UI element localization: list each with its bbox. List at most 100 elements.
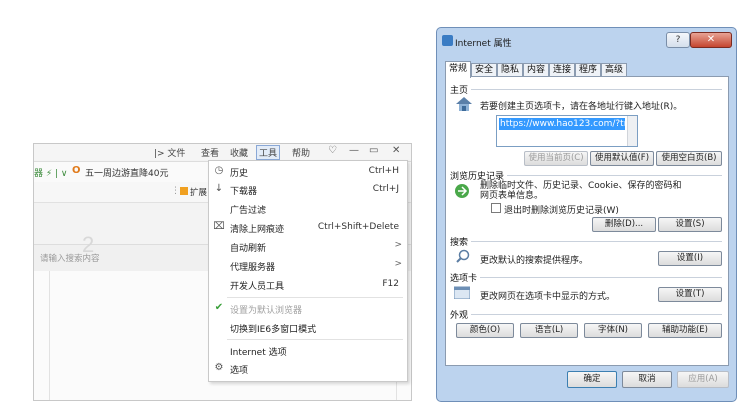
group-divider [450, 241, 722, 242]
history-settings-button[interactable]: 设置(S) [658, 217, 722, 232]
group-divider [450, 314, 722, 315]
history-description: 删除临时文件、历史记录、Cookie、保存的密码和网页表单信息。 [480, 181, 682, 201]
menu-item-dev-tools[interactable]: 开发人员工具 F12 [209, 276, 407, 293]
menu-item-shortcut: Ctrl+Shift+Delete [317, 222, 399, 232]
tab-programs[interactable]: 程序 [575, 63, 601, 77]
check-icon: ✔ [214, 302, 224, 313]
menu-item-proxy[interactable]: 代理服务器 > [209, 257, 407, 274]
tab-connections[interactable]: 连接 [549, 63, 575, 77]
menu-item-label: 选项 [230, 366, 249, 376]
menu-item-ie6-mode[interactable]: 切换到IE6多窗口模式 [209, 319, 407, 336]
use-default-button[interactable]: 使用默认值(F) [590, 151, 654, 166]
menu-item-internet-options[interactable]: Internet 选项 [209, 342, 407, 359]
tabs-description: 更改网页在选项卡中显示的方式。 [480, 292, 616, 302]
search-description: 更改默认的搜索提供程序。 [480, 256, 589, 266]
menu-item-clear-traces[interactable]: ⌧ 清除上网痕迹 Ctrl+Shift+Delete [209, 219, 407, 236]
help-button[interactable]: ? [666, 32, 690, 48]
group-divider [450, 89, 722, 90]
menu-item-label: Internet 选项 [230, 348, 287, 358]
use-current-button[interactable]: 使用当前页(C) [524, 151, 588, 166]
search-group-title: 搜索 [450, 235, 472, 248]
menu-item-set-default: ✔ 设置为默认浏览器 [209, 300, 407, 317]
cancel-button[interactable]: 取消 [622, 371, 672, 388]
colors-button[interactable]: 颜色(O) [456, 323, 514, 338]
menu-file[interactable]: |> 文件 [154, 146, 185, 159]
tabs-window-icon [453, 285, 471, 300]
history-icon: ◷ [214, 165, 224, 176]
menu-separator [227, 297, 403, 298]
tab-security[interactable]: 安全 [471, 63, 497, 77]
extend-button[interactable]: 扩展 [190, 186, 207, 198]
tools-dropdown-menu: ◷ 历史 Ctrl+H ↓ 下载器 Ctrl+J 广告过滤 ⌧ 清除上网痕迹 C… [208, 160, 408, 382]
menu-item-label: 清除上网痕迹 [230, 225, 285, 235]
menu-item-history[interactable]: ◷ 历史 Ctrl+H [209, 163, 407, 180]
tab-advanced[interactable]: 高级 [601, 63, 627, 77]
delete-on-exit-label: 退出时删除浏览历史记录(W) [504, 206, 619, 216]
dialog-title: Internet 属性 [455, 39, 512, 49]
menu-item-ad-filter[interactable]: 广告过滤 [209, 200, 407, 217]
internet-options-dialog: Internet 属性 ? ✕ 常规 安全 隐私 内容 连接 程序 高级 主页 … [436, 27, 737, 402]
menu-item-options[interactable]: ⚙ 选项 [209, 360, 407, 377]
use-blank-button[interactable]: 使用空白页(B) [656, 151, 722, 166]
menu-bar: |> 文件 查看 收藏 工具 帮助 ♡ — ▭ ✕ [34, 144, 411, 160]
skin-icon[interactable]: ♡ [328, 145, 337, 156]
drag-handle-icon: ⋮ [171, 186, 180, 196]
submenu-arrow-icon: > [394, 240, 402, 250]
menu-item-auto-refresh[interactable]: 自动刷新 > [209, 238, 407, 255]
internet-options-icon [442, 35, 453, 46]
download-icon: ↓ [214, 183, 224, 194]
languages-button[interactable]: 语言(L) [520, 323, 578, 338]
home-description: 若要创建主页选项卡，请在各地址行键入地址(R)。 [480, 102, 683, 112]
search-settings-button[interactable]: 设置(I) [658, 251, 722, 266]
menu-item-label: 历史 [230, 169, 249, 179]
close-icon[interactable]: ✕ [392, 145, 400, 156]
delete-history-button[interactable]: 删除(D)... [592, 217, 656, 232]
delete-on-exit-checkbox[interactable] [491, 203, 501, 213]
menu-tools[interactable]: 工具 [256, 145, 281, 160]
minimize-icon[interactable]: — [349, 145, 359, 156]
menu-item-label: 切换到IE6多窗口模式 [230, 325, 317, 335]
tabs-group-title: 选项卡 [450, 271, 481, 284]
home-group-title: 主页 [450, 83, 472, 96]
menu-separator [227, 339, 403, 340]
general-tab-panel: 主页 若要创建主页选项卡，请在各地址行键入地址(R)。 https://www.… [445, 76, 729, 366]
house-icon [456, 97, 472, 111]
home-url-value: https://www.hao123.com/?tn=97480197_hao_… [499, 118, 625, 130]
magnifier-icon [456, 249, 470, 263]
home-url-textarea[interactable]: https://www.hao123.com/?tn=97480197_hao_… [496, 115, 638, 147]
content-number: 2 [82, 232, 95, 257]
menu-item-shortcut: Ctrl+H [368, 166, 399, 176]
menu-help[interactable]: 帮助 [292, 146, 310, 159]
menu-item-label: 下载器 [230, 187, 258, 197]
search-circle-icon: O [72, 165, 81, 176]
menu-item-label: 自动刷新 [230, 244, 267, 254]
tab-privacy[interactable]: 隐私 [497, 63, 523, 77]
trash-icon: ⌧ [213, 221, 225, 232]
content-divider [49, 271, 50, 400]
gear-icon: ⚙ [214, 362, 224, 373]
tab-content[interactable]: 内容 [523, 63, 549, 77]
menu-item-downloader[interactable]: ↓ 下载器 Ctrl+J [209, 181, 407, 198]
menu-item-shortcut: F12 [382, 279, 399, 289]
menu-view[interactable]: 查看 [201, 146, 219, 159]
menu-item-label: 设置为默认浏览器 [230, 306, 303, 316]
maximize-icon[interactable]: ▭ [369, 145, 378, 156]
page-title-tab[interactable]: 五一周边游直降40元 [85, 166, 168, 179]
ok-button[interactable]: 确定 [567, 371, 617, 388]
menu-item-label: 广告过滤 [230, 206, 267, 216]
extend-icon [180, 187, 188, 195]
menu-item-label: 开发人员工具 [230, 282, 285, 292]
tabs-settings-button[interactable]: 设置(T) [658, 287, 722, 302]
history-globe-icon [454, 183, 470, 199]
submenu-arrow-icon: > [394, 259, 402, 269]
menu-item-shortcut: Ctrl+J [372, 184, 399, 194]
apply-button[interactable]: 应用(A) [677, 371, 729, 388]
accessibility-button[interactable]: 辅助功能(E) [648, 323, 722, 338]
menu-favorites[interactable]: 收藏 [230, 146, 248, 159]
url-scrollbar[interactable] [627, 116, 637, 146]
close-button[interactable]: ✕ [690, 32, 732, 48]
menu-item-label: 代理服务器 [230, 263, 276, 273]
nav-left-glyphs[interactable]: 器 ⚡ | ∨ [34, 166, 68, 179]
fonts-button[interactable]: 字体(N) [584, 323, 642, 338]
tab-general[interactable]: 常规 [445, 61, 471, 78]
